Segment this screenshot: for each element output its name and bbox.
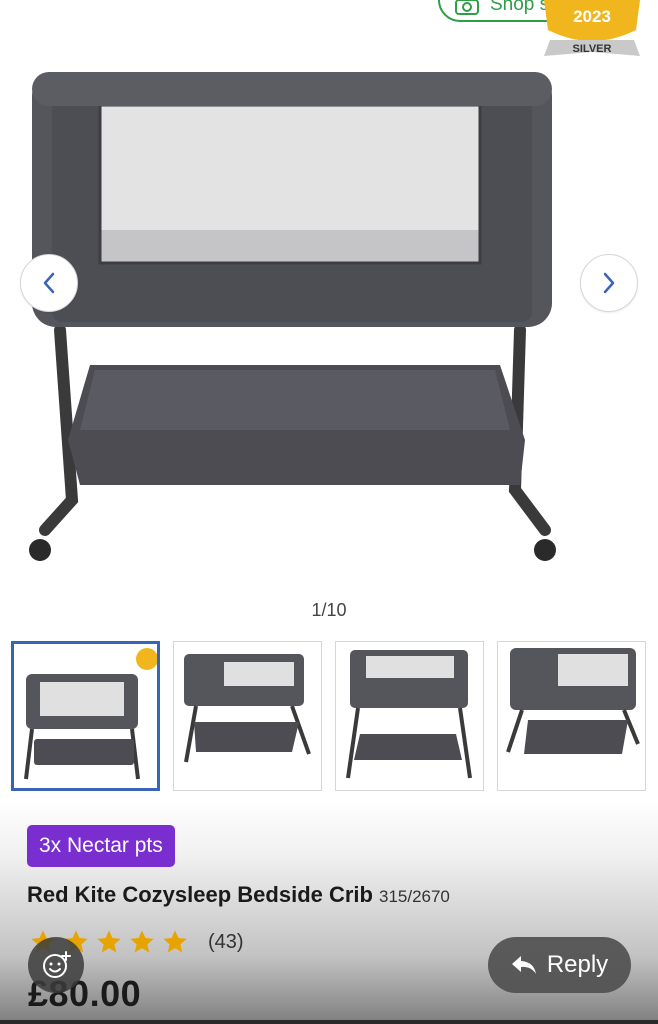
thumbnail-2[interactable] (173, 641, 322, 791)
award-badge: 2023 SILVER (540, 0, 644, 62)
add-reaction-button[interactable] (28, 937, 84, 993)
reply-label: Reply (546, 951, 609, 978)
reply-button[interactable]: Reply (488, 937, 631, 993)
smiley-add-icon (43, 951, 71, 978)
thumbnail-1[interactable] (11, 641, 160, 791)
next-image-button[interactable] (580, 254, 638, 312)
star-icon (97, 930, 121, 953)
chevron-left-icon (43, 272, 55, 294)
award-year: 2023 (573, 7, 611, 26)
nectar-points-badge: 3x Nectar pts (27, 825, 175, 867)
thumbnail-4[interactable] (497, 641, 646, 791)
chevron-right-icon (603, 272, 615, 294)
product-main-image[interactable] (0, 60, 658, 590)
star-icon (163, 930, 187, 953)
thumbnail-strip (11, 641, 651, 793)
award-tier: SILVER (573, 43, 612, 55)
bottom-edge-strip (0, 1020, 658, 1024)
thumbnail-3[interactable] (335, 641, 484, 791)
product-code: 315/2670 (378, 887, 450, 906)
product-title: Red Kite Cozysleep Bedside Crib 315/2670 (27, 882, 450, 908)
camera-search-icon (455, 0, 479, 15)
reply-arrow-icon (511, 956, 536, 974)
previous-image-button[interactable] (20, 254, 78, 312)
rating-count[interactable]: (43) (208, 931, 244, 954)
product-name: Red Kite Cozysleep Bedside Crib (27, 882, 373, 907)
star-icon (130, 930, 154, 953)
image-counter: 1/10 (311, 600, 347, 620)
